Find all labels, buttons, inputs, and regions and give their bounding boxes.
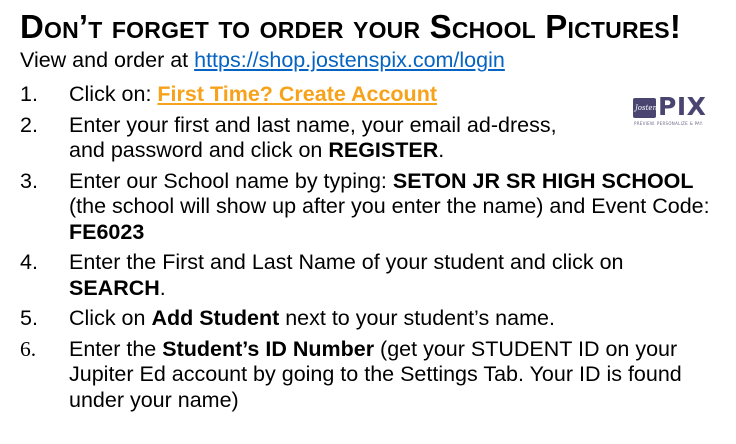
step-text-continued: next to your student’s name. (279, 306, 555, 330)
step-6: 6. Enter the Student’s ID Number (get yo… (20, 337, 722, 414)
step-text-end: . (159, 275, 166, 300)
step-text-continued: (the school will show up after you enter… (69, 194, 710, 218)
steps-list: 1. Click on: First Time? Create Account … (20, 82, 722, 413)
step-text: Click on (69, 306, 152, 330)
step-1: 1. Click on: First Time? Create Account (20, 82, 722, 108)
order-instructions-line: View and order at https://shop.jostenspi… (20, 48, 722, 73)
step-text-end: . (438, 138, 445, 162)
step-number: 2. (20, 112, 38, 137)
step-number: 3. (20, 168, 38, 193)
register-keyword: REGISTER (328, 138, 439, 162)
page-title: Don’t forget to order your School Pictur… (20, 8, 682, 45)
student-id-keyword: Student’s ID Number (162, 336, 375, 361)
step-number: 6. (20, 336, 37, 361)
step-text: Enter the First and Last Name of your st… (69, 250, 624, 274)
step-number: 5. (20, 306, 38, 330)
step-5: 5. Click on Add Student next to your stu… (20, 306, 722, 332)
logo-tagline: PREVIEW. PERSONALIZE & PAY. (634, 121, 704, 126)
flyer: Don’t forget to order your School Pictur… (0, 0, 736, 444)
add-student-keyword: Add Student (151, 306, 280, 330)
step-text: Enter the (69, 336, 163, 361)
step-text: Enter our School name by typing: (69, 168, 393, 193)
order-instructions-text: View and order at (20, 48, 195, 72)
step-number: 4. (20, 250, 38, 274)
school-name: SETON JR SR HIGH SCHOOL (392, 168, 694, 193)
step-4: 4. Enter the First and Last Name of your… (20, 250, 722, 301)
logo-wordmark: PIX (658, 92, 707, 121)
step-number: 1. (20, 82, 38, 106)
jostens-badge-icon: Jostens (633, 98, 661, 118)
search-keyword: SEARCH (69, 275, 160, 300)
step-text: Click on: (69, 82, 158, 106)
step-3: 3. Enter our School name by typing: SETO… (20, 169, 722, 246)
shop-login-link[interactable]: https://shop.jostenspix.com/login (194, 48, 505, 72)
logo-script-text: Jostens (635, 104, 661, 112)
step-2: 2. Enter your first and last name, your … (20, 113, 569, 164)
create-account-link[interactable]: First Time? Create Account (157, 82, 437, 106)
jostens-pix-logo: Jostens PIX PREVIEW. PERSONALIZE & PAY. (633, 92, 723, 130)
event-code: FE6023 (69, 219, 145, 244)
step-text: Enter your first and last name, your ema… (69, 112, 557, 163)
